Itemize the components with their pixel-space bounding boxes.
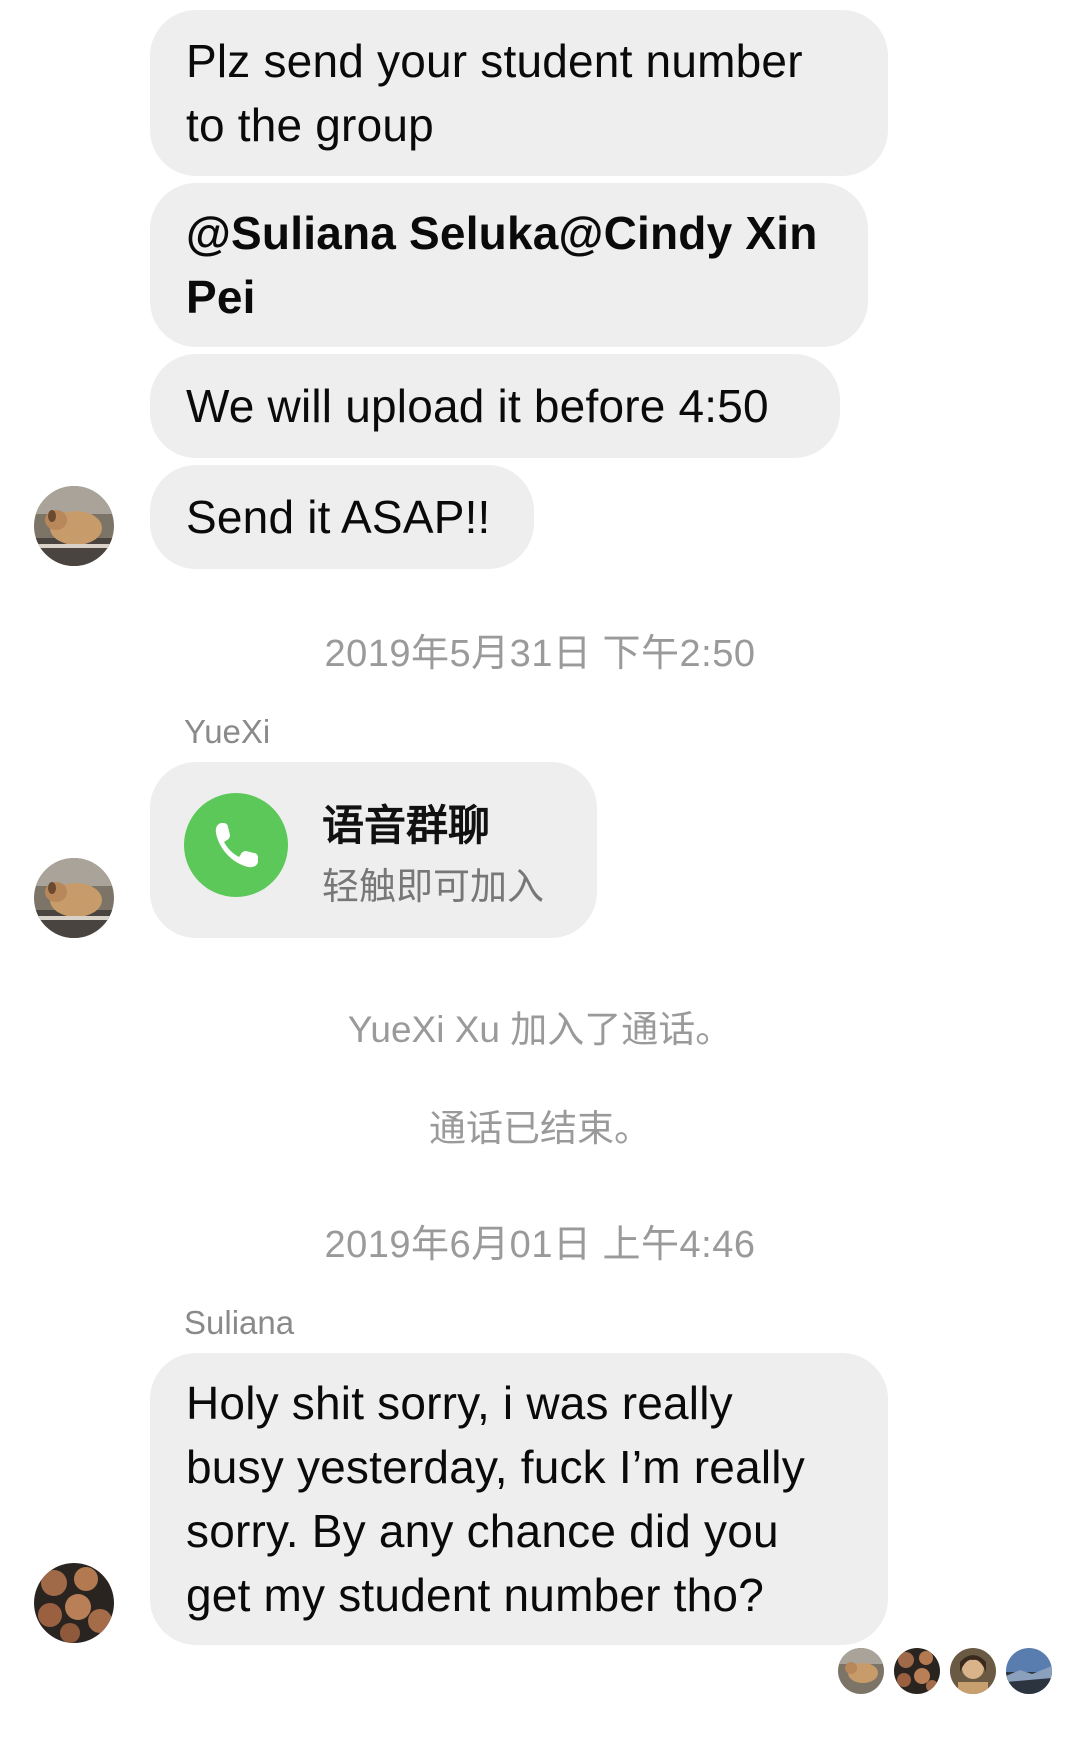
- message-text: sorry. By any chance did you: [186, 1505, 779, 1557]
- message-bubble[interactable]: @Suliana Seluka@Cindy Xin Pei: [150, 183, 868, 347]
- sender-avatar[interactable]: [34, 858, 114, 938]
- dog-avatar-icon: [34, 858, 114, 938]
- message-text: Send it ASAP!!: [186, 491, 491, 543]
- mention-text: @Suliana Seluka@Cindy Xin: [186, 207, 818, 259]
- timestamp: 2019年6月01日 上午4:46: [324, 1224, 756, 1266]
- dog-avatar-icon: [838, 1648, 884, 1694]
- system-message-joined: YueXi Xu 加入了通话。: [347, 1009, 733, 1050]
- message-text: We will upload it before 4:50: [186, 380, 769, 432]
- dog-avatar-icon: [34, 486, 114, 566]
- message-text: Holy shit sorry, i was really: [186, 1377, 733, 1429]
- message-text: get my student number tho?: [186, 1569, 764, 1621]
- call-title: 语音群聊: [322, 802, 491, 849]
- message-text: Plz send your student number: [186, 35, 803, 87]
- read-receipts: [838, 1648, 1052, 1696]
- sender-name: Suliana: [184, 1304, 295, 1341]
- message-bubble[interactable]: Send it ASAP!!: [150, 465, 534, 569]
- message-text: to the group: [186, 99, 434, 151]
- timestamp: 2019年5月31日 下午2:50: [324, 633, 756, 675]
- phone-icon[interactable]: [184, 793, 288, 897]
- sender-avatar[interactable]: [34, 1563, 114, 1643]
- call-subtitle: 轻触即可加入: [322, 866, 544, 907]
- person-avatar-icon: [950, 1648, 996, 1694]
- message-bubble[interactable]: We will upload it before 4:50: [150, 354, 840, 458]
- sender-avatar[interactable]: [34, 486, 114, 566]
- message-bubble[interactable]: Holy shit sorry, i was really busy yeste…: [150, 1353, 888, 1645]
- message-text: busy yesterday, fuck I’m really: [186, 1441, 805, 1493]
- message-bubble[interactable]: Plz send your student number to the grou…: [150, 10, 888, 176]
- cookies-avatar-icon: [894, 1648, 940, 1694]
- cookies-avatar-icon: [34, 1563, 114, 1643]
- sender-name: YueXi: [184, 713, 271, 750]
- landscape-avatar-icon: [1006, 1648, 1052, 1694]
- mention-text: Pei: [186, 271, 256, 323]
- system-message-ended: 通话已结束。: [429, 1108, 651, 1149]
